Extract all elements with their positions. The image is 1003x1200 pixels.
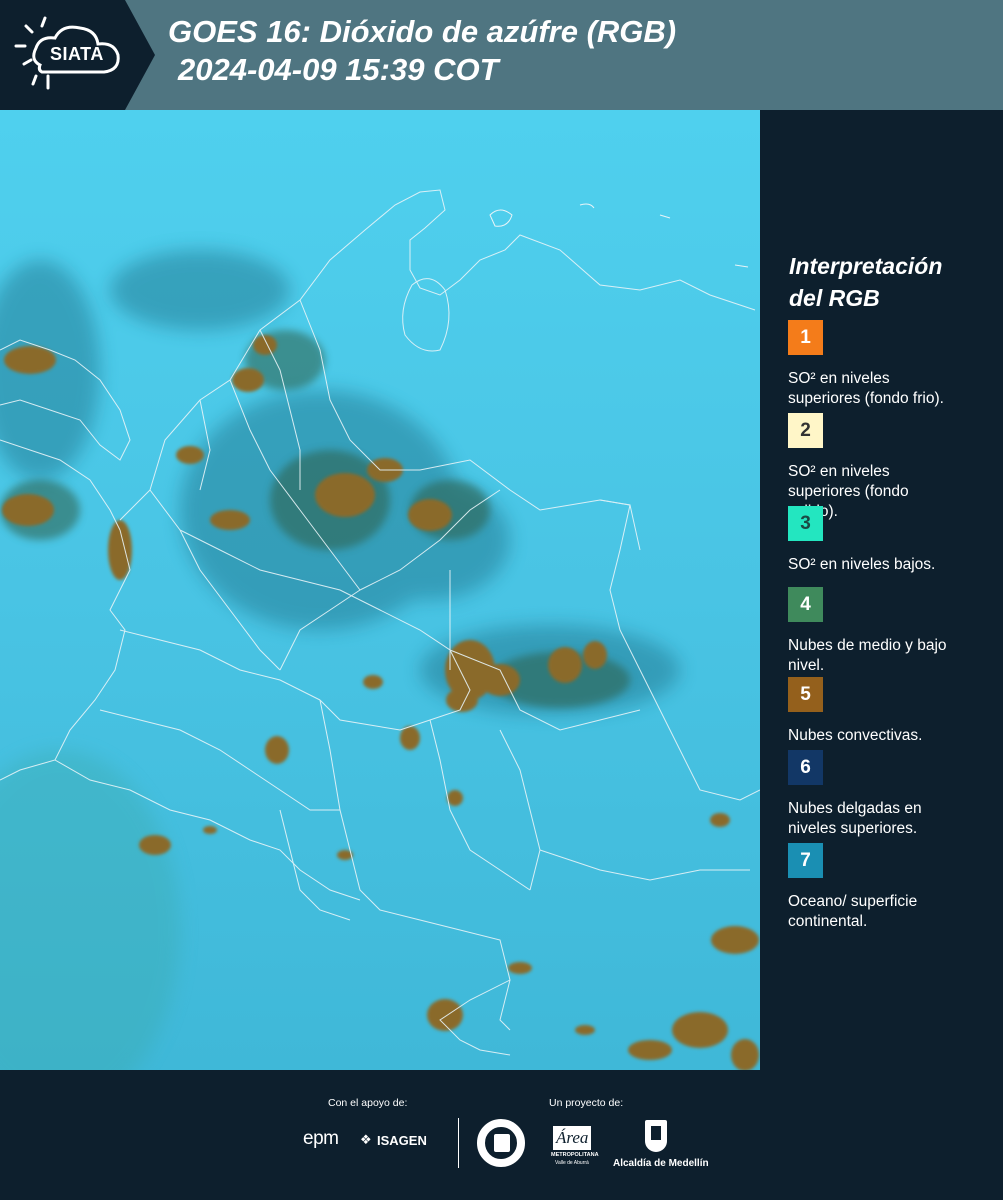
project-label: Un proyecto de: [549,1097,624,1109]
legend-swatch-4: 4 [788,587,823,622]
page-timestamp: 2024-04-09 15:39 COT [178,52,499,87]
legend-panel: Interpretación del RGB 1 SO² en niveles su… [760,110,1003,1070]
legend-title: Interpretación del RGB [789,250,989,314]
siata-logo: SIATA [0,0,155,110]
legend-text-7: Oceano/ superficie continental. [788,892,993,932]
legend-text-line: superiores (fondo frio). [788,390,944,407]
medellin-seal-icon [477,1119,525,1167]
logo-text: SIATA [50,44,104,64]
satellite-image [0,110,760,1070]
alcaldia-logo-text: Alcaldía de Medellín [613,1158,709,1169]
legend-swatch-3: 3 [788,506,823,541]
legend-text-line: SO² en niveles [788,463,890,480]
area-metropolitana-logo: Área METROPOLITANA Valle de Aburrá [551,1120,599,1168]
legend-title-line1: Interpretación [789,253,943,279]
area-logo-text: Área [553,1126,592,1150]
legend-swatch-5: 5 [788,677,823,712]
legend-swatch-7: 7 [788,843,823,878]
support-label: Con el apoyo de: [328,1097,408,1109]
legend-swatch-6: 6 [788,750,823,785]
header-bar: SIATA GOES 16: Dióxido de azúfre (RGB) 2… [0,0,1003,110]
legend-text-line: Nubes de medio y bajo [788,637,947,654]
legend-text-line: SO² en niveles [788,370,890,387]
legend-text-4: Nubes de medio y bajo nivel. [788,636,993,676]
legend-swatch-1: 1 [788,320,823,355]
satellite-map[interactable] [0,110,760,1070]
legend-text-line: continental. [788,913,868,930]
isagen-logo: ISAGEN [377,1133,427,1148]
alcaldia-shield-icon [645,1120,667,1152]
legend-text-3: SO² en niveles bajos. [788,555,993,575]
legend-text-1: SO² en niveles superiores (fondo frio). [788,369,993,409]
footer-divider [458,1118,459,1168]
legend-text-line: Nubes delgadas en [788,800,922,817]
legend-text-line: Oceano/ superficie [788,893,918,910]
isagen-icon: ❖ [360,1132,372,1147]
legend-swatch-2: 2 [788,413,823,448]
legend-text-line: niveles superiores. [788,820,918,837]
legend-text-6: Nubes delgadas en niveles superiores. [788,799,993,839]
epm-logo: epm [303,1128,339,1149]
app-root: SIATA GOES 16: Dióxido de azúfre (RGB) 2… [0,0,1003,1200]
legend-text-5: Nubes convectivas. [788,726,993,746]
legend-text-line: nivel. [788,657,825,674]
legend-text-line: Nubes convectivas. [788,727,923,744]
legend-text-line: superiores (fondo [788,483,909,500]
page-title: GOES 16: Dióxido de azúfre (RGB) [168,14,677,49]
area-logo-subtext-1: METROPOLITANA [551,1152,599,1158]
area-logo-subtext-2: Valle de Aburrá [555,1160,589,1166]
legend-title-line2: del RGB [789,285,880,311]
legend-text-line: SO² en niveles bajos. [788,556,936,573]
footer: Con el apoyo de: Un proyecto de: epm ❖ I… [0,1070,1003,1200]
